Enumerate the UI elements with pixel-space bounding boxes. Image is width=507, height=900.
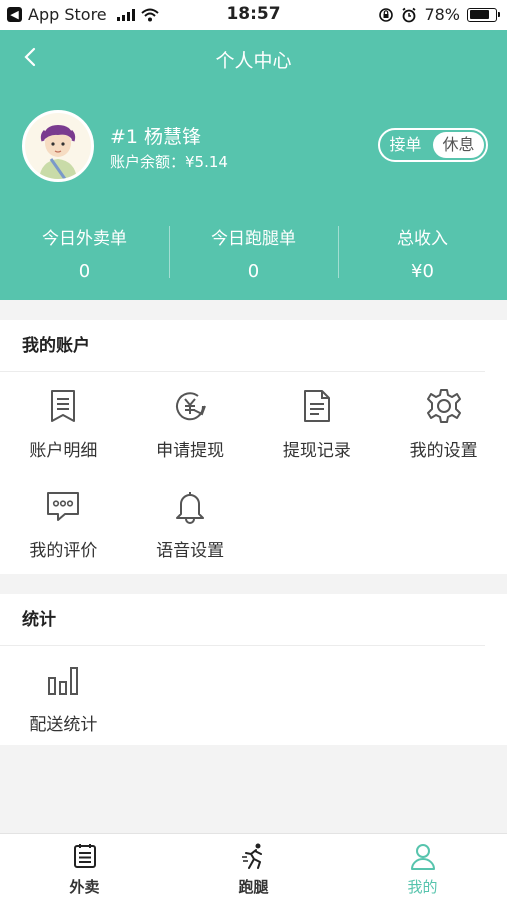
my-settings-button[interactable]: 我的设置 xyxy=(380,388,507,488)
item-label: 我的设置 xyxy=(409,441,478,461)
rotation-lock-icon xyxy=(379,7,394,22)
stat-label: 今日跑腿单 xyxy=(211,229,296,249)
item-label: 账户明细 xyxy=(29,441,98,461)
tab-label: 我的 xyxy=(407,878,438,896)
my-account-section: 我的账户 账户明细 申请提现 提现记录 我的设置 我的评价 语音设置 xyxy=(0,320,507,574)
stat-total-income: 总收入 ¥0 xyxy=(338,220,507,282)
stat-label: 今日外卖单 xyxy=(42,229,127,249)
yuan-cycle-icon xyxy=(176,392,207,421)
tab-takeout[interactable]: 外卖 xyxy=(0,834,169,900)
avatar-illustration xyxy=(25,113,91,179)
section-title: 统计 xyxy=(0,594,485,646)
stat-value: ¥0 xyxy=(411,261,434,282)
item-label: 我的评价 xyxy=(29,541,98,561)
stat-value: 0 xyxy=(247,261,260,282)
item-label: 配送统计 xyxy=(29,715,98,735)
nav-bar: 个人中心 xyxy=(0,30,507,86)
withdraw-records-button[interactable]: 提现记录 xyxy=(254,388,381,488)
toggle-rest[interactable]: 休息 xyxy=(433,132,484,158)
stat-takeout-orders: 今日外卖单 0 xyxy=(0,220,169,282)
stat-errand-orders: 今日跑腿单 0 xyxy=(169,220,338,282)
battery-percent: 78% xyxy=(424,5,460,24)
section-title: 我的账户 xyxy=(0,320,485,372)
document-icon xyxy=(303,390,330,422)
item-label: 语音设置 xyxy=(156,541,225,561)
apply-withdraw-button[interactable]: 申请提现 xyxy=(127,388,254,488)
toggle-accept-orders[interactable]: 接单 xyxy=(380,130,431,160)
work-status-toggle[interactable]: 接单 休息 xyxy=(378,128,488,162)
account-balance: 账户余额：¥5.14 xyxy=(110,153,228,171)
gear-icon xyxy=(426,389,461,423)
bell-icon xyxy=(176,492,205,524)
alarm-icon xyxy=(402,7,416,22)
item-label: 申请提现 xyxy=(156,441,225,461)
person-icon xyxy=(410,844,435,870)
today-stats: 今日外卖单 0 今日跑腿单 0 总收入 ¥0 xyxy=(0,220,507,282)
chat-bubble-icon xyxy=(47,492,80,521)
runner-icon xyxy=(241,843,262,869)
item-label: 提现记录 xyxy=(282,441,351,461)
statistics-section: 统计 配送统计 xyxy=(0,594,507,745)
tab-label: 外卖 xyxy=(69,878,100,896)
battery-icon xyxy=(467,7,500,22)
delivery-stats-button[interactable]: 配送统计 xyxy=(0,662,127,762)
profile-header: 个人中心 #1 杨慧锋 账户余额：¥5.14 接单 休息 今日外卖单 0 今日跑… xyxy=(0,30,507,300)
bar-chart-icon xyxy=(48,667,79,695)
page-title: 个人中心 xyxy=(215,50,292,72)
stat-label: 总收入 xyxy=(397,229,448,249)
account-details-button[interactable]: 账户明细 xyxy=(0,388,127,488)
avatar[interactable] xyxy=(22,110,94,182)
status-bar: ◀ App Store 18:57 78% xyxy=(0,0,507,30)
bookmark-list-icon xyxy=(51,390,76,422)
voice-settings-button[interactable]: 语音设置 xyxy=(127,488,254,588)
my-reviews-button[interactable]: 我的评价 xyxy=(0,488,127,588)
tab-label: 跑腿 xyxy=(238,878,269,896)
tab-errand[interactable]: 跑腿 xyxy=(169,834,338,900)
stat-value: 0 xyxy=(78,261,91,282)
tab-mine[interactable]: 我的 xyxy=(338,834,507,900)
list-icon xyxy=(73,844,96,868)
user-name: #1 杨慧锋 xyxy=(110,126,202,148)
bottom-tab-bar: 外卖 跑腿 我的 xyxy=(0,833,507,900)
